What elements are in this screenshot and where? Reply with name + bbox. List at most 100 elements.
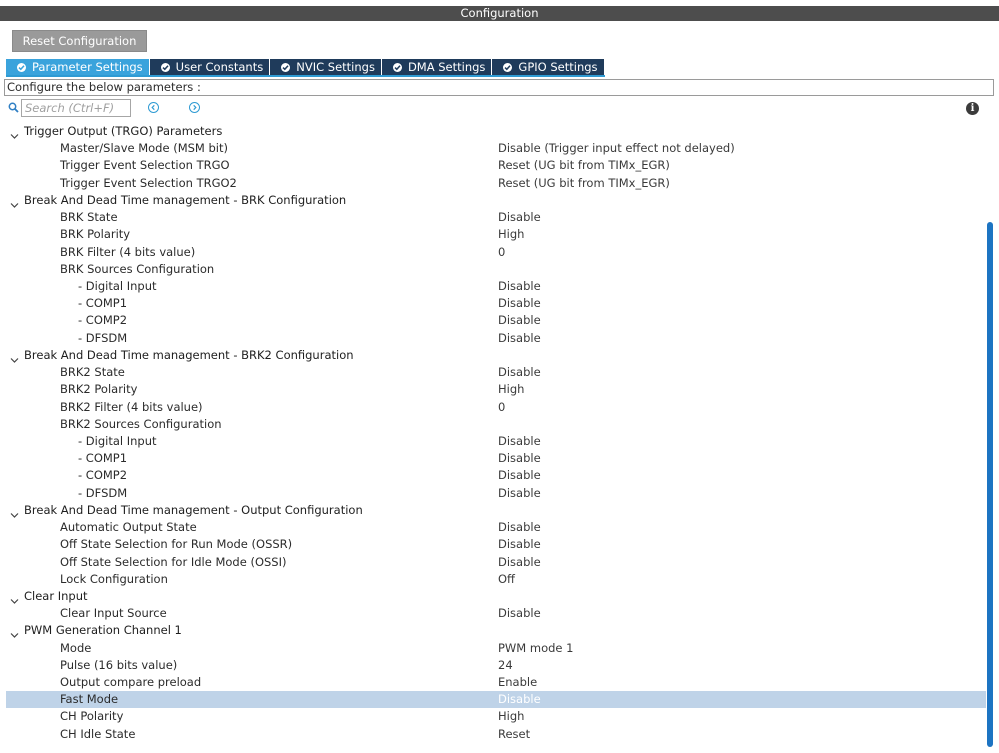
tree-param-row[interactable]: - DFSDM Disable — [6, 330, 986, 347]
parameter-value[interactable]: 0 — [498, 399, 505, 416]
parameter-value[interactable]: PWM mode 1 — [498, 640, 573, 657]
parameter-value[interactable]: Reset (UG bit from TIMx_EGR) — [498, 175, 670, 192]
tree-param-row[interactable]: Pulse (16 bits value) 24 — [6, 657, 986, 674]
parameter-value[interactable]: Disable — [498, 209, 541, 226]
tree-param-row[interactable]: CH Idle State Reset — [6, 726, 986, 743]
parameter-value[interactable]: Disable — [498, 605, 541, 622]
parameter-value[interactable]: Disable — [498, 330, 541, 347]
tree-param-row[interactable]: - COMP1 Disable — [6, 450, 986, 467]
parameter-value[interactable]: Disable — [498, 691, 541, 708]
next-result-icon[interactable] — [189, 102, 200, 113]
parameter-name: - Digital Input — [78, 278, 157, 293]
tree-param-row[interactable]: - COMP1 Disable — [6, 295, 986, 312]
tree-param-row[interactable]: BRK Polarity High — [6, 226, 986, 243]
tree-group-row[interactable]: Break And Dead Time management - BRK2 Co… — [6, 347, 986, 364]
parameter-name: Mode — [60, 640, 92, 655]
tree-param-row[interactable]: Off State Selection for Idle Mode (OSSI)… — [6, 554, 986, 571]
parameter-name: Pulse (16 bits value) — [60, 657, 178, 672]
tree-param-row[interactable]: Off State Selection for Run Mode (OSSR) D… — [6, 536, 986, 553]
tree-param-row[interactable]: BRK Filter (4 bits value) 0 — [6, 244, 986, 261]
tab-label: DMA Settings — [407, 60, 486, 74]
tree-param-row[interactable]: BRK2 Sources Configuration — [6, 416, 986, 433]
parameter-name: - Digital Input — [78, 433, 157, 448]
search-icon — [8, 102, 19, 116]
parameter-value[interactable]: High — [498, 708, 524, 725]
parameter-name: BRK Filter (4 bits value) — [60, 244, 196, 259]
tree-group-row[interactable]: PWM Generation Channel 1 — [6, 622, 986, 639]
parameter-value[interactable]: Disable — [498, 519, 541, 536]
parameter-value[interactable]: Disable — [498, 485, 541, 502]
parameter-value[interactable]: High — [498, 381, 524, 398]
instruction-text: Configure the below parameters : — [4, 79, 994, 96]
parameter-tree: Trigger Output (TRGO) Parameters Master/S… — [6, 123, 986, 749]
search-input[interactable] — [21, 99, 131, 117]
parameter-name: BRK2 Polarity — [60, 382, 138, 397]
parameter-name: Clear Input Source — [60, 606, 167, 621]
parameter-name: CH Idle State — [60, 726, 136, 741]
parameter-value[interactable]: High — [498, 226, 524, 243]
parameter-value[interactable]: Disable — [498, 433, 541, 450]
parameter-value[interactable]: 0 — [498, 244, 505, 261]
parameter-value[interactable]: 24 — [498, 657, 513, 674]
tree-param-row[interactable]: BRK2 Filter (4 bits value) 0 — [6, 399, 986, 416]
tree-param-row[interactable]: - COMP2 Disable — [6, 312, 986, 329]
tree-param-row[interactable]: Automatic Output State Disable — [6, 519, 986, 536]
tree-param-row[interactable]: Master/Slave Mode (MSM bit) Disable (Trig… — [6, 140, 986, 157]
parameter-name: Master/Slave Mode (MSM bit) — [60, 141, 228, 156]
tab-label: Parameter Settings — [32, 60, 143, 74]
parameter-value[interactable]: Disable — [498, 312, 541, 329]
tree-param-row[interactable]: Lock Configuration Off — [6, 571, 986, 588]
tree-param-row[interactable]: Trigger Event Selection TRGO Reset (UG bi… — [6, 157, 986, 174]
tree-param-row[interactable]: - DFSDM Disable — [6, 485, 986, 502]
tab-parameter-settings[interactable]: Parameter Settings — [6, 59, 149, 75]
tab-nvic-settings[interactable]: NVIC Settings — [270, 59, 381, 75]
tree-param-row[interactable]: BRK State Disable — [6, 209, 986, 226]
tree-group-row[interactable]: Trigger Output (TRGO) Parameters — [6, 123, 986, 140]
parameter-value[interactable]: Reset (UG bit from TIMx_EGR) — [498, 157, 670, 174]
check-circle-icon — [392, 62, 402, 72]
tree-param-row[interactable]: BRK2 Polarity High — [6, 381, 986, 398]
parameter-value[interactable]: Disable — [498, 450, 541, 467]
parameter-value[interactable]: Disable (Trigger input effect not delaye… — [498, 140, 735, 157]
parameter-value[interactable]: Disable — [498, 554, 541, 571]
tab-dma-settings[interactable]: DMA Settings — [381, 59, 492, 75]
tree-param-row[interactable]: Fast Mode Disable — [6, 691, 986, 709]
tree-param-row[interactable]: BRK Sources Configuration — [6, 261, 986, 278]
scrollbar-thumb[interactable] — [987, 222, 993, 747]
group-label: Break And Dead Time management - BRK Con… — [24, 192, 347, 207]
tree-group-row[interactable]: Clear Input — [6, 588, 986, 605]
info-icon[interactable]: i — [966, 102, 979, 115]
tree-param-row[interactable]: - Digital Input Disable — [6, 433, 986, 450]
parameter-value[interactable]: Reset — [498, 726, 530, 743]
tree-param-row[interactable]: Mode PWM mode 1 — [6, 640, 986, 657]
reset-configuration-button[interactable]: Reset Configuration — [12, 30, 147, 52]
tab-bar: Parameter Settings User Constants NVIC S… — [6, 59, 605, 77]
tree-param-row[interactable]: Output compare preload Enable — [6, 674, 986, 691]
tree-param-row[interactable]: CH Polarity High — [6, 708, 986, 725]
parameter-value[interactable]: Disable — [498, 536, 541, 553]
window-title: Configuration — [0, 6, 999, 21]
tree-param-row[interactable]: - COMP2 Disable — [6, 467, 986, 484]
parameter-value[interactable]: Disable — [498, 295, 541, 312]
tab-user-constants[interactable]: User Constants — [149, 59, 270, 75]
parameter-value[interactable]: Disable — [498, 364, 541, 381]
tree-param-row[interactable]: - Digital Input Disable — [6, 278, 986, 295]
parameter-value[interactable]: Enable — [498, 674, 537, 691]
tree-group-row[interactable]: Break And Dead Time management - BRK Con… — [6, 192, 986, 209]
parameter-value[interactable]: Off — [498, 571, 515, 588]
group-label: PWM Generation Channel 1 — [24, 623, 182, 638]
parameter-value[interactable]: Disable — [498, 467, 541, 484]
tree-param-row[interactable]: Trigger Event Selection TRGO2 Reset (UG b… — [6, 175, 986, 192]
parameter-value[interactable]: Disable — [498, 278, 541, 295]
parameter-name: - COMP1 — [78, 451, 128, 466]
tree-param-row[interactable]: BRK2 State Disable — [6, 364, 986, 381]
parameter-name: - DFSDM — [78, 330, 128, 345]
tree-group-row[interactable]: Break And Dead Time management - Output … — [6, 502, 986, 519]
group-label: Break And Dead Time management - BRK2 Co… — [24, 347, 354, 362]
parameter-name: Trigger Event Selection TRGO2 — [60, 175, 237, 190]
check-circle-icon — [17, 62, 26, 72]
group-label: Clear Input — [24, 588, 88, 603]
previous-result-icon[interactable] — [148, 102, 159, 113]
tree-param-row[interactable]: Clear Input Source Disable — [6, 605, 986, 622]
tab-gpio-settings[interactable]: GPIO Settings — [492, 59, 604, 75]
